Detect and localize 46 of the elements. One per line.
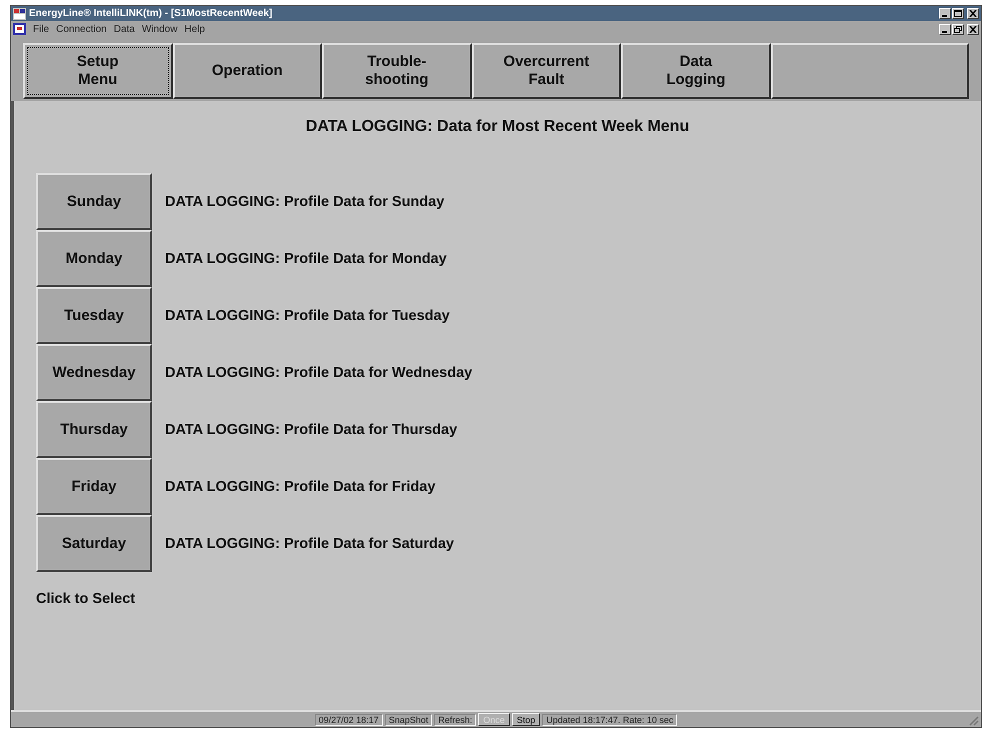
status-panel: Refresh: [434, 714, 476, 726]
day-button[interactable]: Saturday [36, 515, 152, 572]
document-icon [13, 23, 26, 35]
window-title: EnergyLine® IntelliLINK(tm) - [S1MostRecentWeek] [29, 8, 272, 19]
menu-item[interactable]: Window [142, 24, 178, 34]
day-button[interactable]: Sunday [36, 173, 152, 230]
toolbar-button[interactable]: Setup Menu [23, 43, 173, 99]
close-button[interactable] [967, 24, 979, 34]
close-button[interactable] [967, 8, 979, 19]
close-icon [969, 10, 977, 17]
page-heading: DATA LOGGING: Data for Most Recent Week Menu [304, 118, 690, 136]
menu-item[interactable]: Help [184, 24, 205, 34]
day-description: DATA LOGGING: Profile Data for Friday [165, 478, 436, 494]
hint-text: Click to Select [36, 591, 136, 607]
resize-grip-icon [968, 715, 979, 726]
day-description: DATA LOGGING: Profile Data for Wednesday [165, 364, 472, 380]
minimize-button[interactable] [939, 24, 951, 34]
day-button[interactable]: Tuesday [36, 287, 152, 344]
day-button[interactable]: Monday [36, 230, 152, 287]
day-description: DATA LOGGING: Profile Data for Thursday [165, 422, 458, 438]
maximize-button[interactable] [952, 8, 964, 19]
toolbar-button[interactable]: Overcurrent Fault [472, 43, 622, 99]
app-icon [13, 8, 26, 20]
day-description: DATA LOGGING: Profile Data for Sunday [165, 194, 444, 210]
status-panel: SnapShot [384, 714, 432, 726]
day-description: DATA LOGGING: Profile Data for Monday [165, 250, 447, 266]
day-button[interactable]: Wednesday [36, 344, 152, 401]
maximize-icon [954, 10, 962, 17]
minimize-button[interactable] [939, 8, 951, 19]
day-button[interactable]: Friday [36, 458, 152, 515]
restore-button[interactable] [952, 24, 964, 34]
toolbar-button[interactable]: Operation [172, 43, 322, 99]
day-description: DATA LOGGING: Profile Data for Tuesday [165, 308, 450, 324]
day-description: DATA LOGGING: Profile Data for Saturday [165, 536, 454, 552]
toolbar-button[interactable] [770, 43, 970, 99]
day-button[interactable]: Thursday [36, 401, 152, 458]
menu-item[interactable]: File [33, 24, 50, 34]
toolbar-button[interactable]: Data Logging [621, 43, 771, 99]
status-panel: Updated 18:17:47. Rate: 10 sec [542, 714, 678, 726]
toolbar-button[interactable]: Trouble- shooting [322, 43, 472, 99]
menu-item[interactable]: Connection [56, 24, 107, 34]
status-panel: 09/27/02 18:17 [314, 714, 383, 726]
close-icon [969, 26, 977, 32]
menu-item[interactable]: Data [114, 24, 135, 34]
status-button[interactable]: Stop [512, 713, 540, 726]
restore-icon [954, 26, 962, 32]
